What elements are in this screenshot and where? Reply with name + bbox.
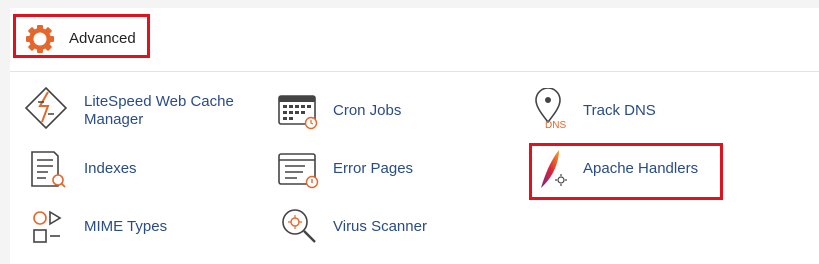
cron-jobs-link[interactable]: Cron Jobs — [275, 90, 435, 140]
item-label: Virus Scanner — [333, 218, 427, 235]
cron-jobs-icon — [278, 95, 318, 130]
error-pages-icon — [278, 153, 319, 189]
item-label: MIME Types — [84, 218, 168, 235]
litespeed-icon — [24, 86, 68, 130]
dns-icon-text: DNS — [545, 120, 567, 131]
error-pages-link[interactable]: Error Pages — [275, 148, 435, 198]
track-dns-link[interactable]: DNS Track DNS — [530, 88, 680, 138]
mime-types-link[interactable]: MIME Types — [30, 206, 170, 256]
apache-handlers-link[interactable]: Apache Handlers — [535, 148, 715, 198]
section-title: Advanced — [69, 30, 136, 47]
item-label-line2: Manager — [84, 111, 144, 128]
indexes-link[interactable]: Indexes — [24, 148, 144, 198]
item-label: Cron Jobs — [333, 102, 402, 119]
section-header[interactable]: Advanced — [10, 8, 819, 72]
item-label-line1: LiteSpeed Web Cache — [84, 93, 234, 110]
item-label: Track DNS — [583, 102, 656, 119]
virus-scanner-link[interactable]: Virus Scanner — [277, 206, 437, 256]
item-label: Apache Handlers — [583, 160, 699, 177]
virus-scanner-icon — [282, 209, 316, 243]
item-label: Indexes — [84, 160, 137, 177]
gear-icon — [26, 25, 54, 53]
apache-feather-icon — [541, 150, 567, 188]
item-label: Error Pages — [333, 160, 414, 177]
litespeed-web-cache-manager-link[interactable]: LiteSpeed Web Cache Manager — [24, 86, 244, 136]
mime-types-icon — [33, 210, 62, 243]
indexes-icon — [31, 151, 66, 188]
